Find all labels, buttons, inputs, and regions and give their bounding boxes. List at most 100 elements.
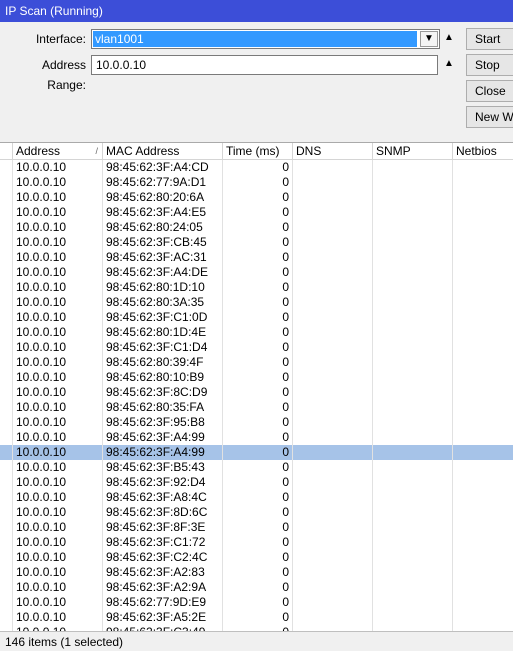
row-spacer [0, 595, 13, 610]
table-row[interactable]: 10.0.0.10 98:45:62:3F:A4:99 0 [0, 430, 513, 445]
column-header-netbios[interactable]: Netbios [453, 143, 513, 160]
dropdown-arrow-icon[interactable]: ▼ [420, 31, 438, 47]
table-row[interactable]: 10.0.0.10 98:45:62:3F:AC:31 0 [0, 250, 513, 265]
cell-snmp [373, 490, 453, 505]
table-row[interactable]: 10.0.0.10 98:45:62:3F:C1:D4 0 [0, 340, 513, 355]
table-row[interactable]: 10.0.0.10 98:45:62:3F:CB:45 0 [0, 235, 513, 250]
column-header-mac[interactable]: MAC Address [103, 143, 223, 160]
cell-address: 10.0.0.10 [13, 445, 103, 460]
cell-netbios [453, 190, 513, 205]
cell-address: 10.0.0.10 [13, 220, 103, 235]
cell-mac: 98:45:62:3F:CB:45 [103, 235, 223, 250]
column-header-time[interactable]: Time (ms) [223, 143, 293, 160]
cell-mac: 98:45:62:80:1D:4E [103, 325, 223, 340]
table-row[interactable]: 10.0.0.10 98:45:62:3F:C2:4C 0 [0, 550, 513, 565]
cell-mac: 98:45:62:3F:8F:3E [103, 520, 223, 535]
column-header-address[interactable]: Address / [13, 143, 103, 160]
interface-select[interactable]: vlan1001 ▼ [91, 29, 440, 49]
window-titlebar[interactable]: IP Scan (Running) [0, 0, 513, 22]
cell-dns [293, 385, 373, 400]
interface-up-arrow-icon[interactable]: ▲ [442, 31, 456, 45]
status-text: 146 items (1 selected) [5, 635, 124, 649]
table-row[interactable]: 10.0.0.10 98:45:62:3F:8C:D9 0 [0, 385, 513, 400]
cell-dns [293, 505, 373, 520]
stop-button[interactable]: Stop [466, 54, 513, 76]
start-button[interactable]: Start [466, 28, 513, 50]
cell-time: 0 [223, 415, 293, 430]
column-header-snmp[interactable]: SNMP [373, 143, 453, 160]
close-button[interactable]: Close [466, 80, 513, 102]
cell-snmp [373, 430, 453, 445]
interface-label: Interface: [35, 32, 86, 46]
cell-netbios [453, 565, 513, 580]
address-range-up-arrow-icon[interactable]: ▲ [442, 57, 456, 71]
cell-time: 0 [223, 565, 293, 580]
table-row[interactable]: 10.0.0.10 98:45:62:80:35:FA 0 [0, 400, 513, 415]
new-window-button[interactable]: New Window [466, 106, 513, 128]
table-row[interactable]: 10.0.0.10 98:45:62:3F:A4:DE 0 [0, 265, 513, 280]
cell-mac: 98:45:62:80:1D:10 [103, 280, 223, 295]
ip-scan-window: IP Scan (Running) Interface: vlan1001 ▼ … [0, 0, 513, 651]
column-header-label: Address [16, 144, 61, 158]
row-spacer [0, 190, 13, 205]
cell-mac: 98:45:62:3F:A5:2E [103, 610, 223, 625]
table-row[interactable]: 10.0.0.10 98:45:62:3F:A4:CD 0 [0, 160, 513, 175]
table-row[interactable]: 10.0.0.10 98:45:62:80:20:6A 0 [0, 190, 513, 205]
cell-netbios [453, 220, 513, 235]
table-row[interactable]: 10.0.0.10 98:45:62:77:9D:E9 0 [0, 595, 513, 610]
table-row[interactable]: 10.0.0.10 98:45:62:3F:8D:6C 0 [0, 505, 513, 520]
cell-mac: 98:45:62:3F:95:B8 [103, 415, 223, 430]
cell-mac: 98:45:62:3F:8D:6C [103, 505, 223, 520]
table-row[interactable]: 10.0.0.10 98:45:62:3F:A2:9A 0 [0, 580, 513, 595]
cell-snmp [373, 535, 453, 550]
cell-address: 10.0.0.10 [13, 160, 103, 175]
row-spacer [0, 340, 13, 355]
cell-dns [293, 445, 373, 460]
cell-dns [293, 295, 373, 310]
cell-netbios [453, 505, 513, 520]
cell-time: 0 [223, 475, 293, 490]
cell-netbios [453, 460, 513, 475]
row-spacer [0, 265, 13, 280]
table-row[interactable]: 10.0.0.10 98:45:62:3F:C1:0D 0 [0, 310, 513, 325]
cell-address: 10.0.0.10 [13, 265, 103, 280]
table-row[interactable]: 10.0.0.10 98:45:62:80:24:05 0 [0, 220, 513, 235]
row-spacer [0, 415, 13, 430]
cell-snmp [373, 190, 453, 205]
table-row[interactable]: 10.0.0.10 98:45:62:80:10:B9 0 [0, 370, 513, 385]
address-range-input[interactable] [91, 55, 438, 75]
table-row[interactable]: 10.0.0.10 98:45:62:77:9A:D1 0 [0, 175, 513, 190]
table-row[interactable]: 10.0.0.10 98:45:62:80:39:4F 0 [0, 355, 513, 370]
table-row[interactable]: 10.0.0.10 98:45:62:3F:A2:83 0 [0, 565, 513, 580]
status-bar: 146 items (1 selected) [0, 631, 513, 651]
table-row[interactable]: 10.0.0.10 98:45:62:3F:A4:99 0 [0, 445, 513, 460]
table-row[interactable]: 10.0.0.10 98:45:62:80:1D:10 0 [0, 280, 513, 295]
cell-netbios [453, 415, 513, 430]
table-row[interactable]: 10.0.0.10 98:45:62:3F:95:B8 0 [0, 415, 513, 430]
cell-address: 10.0.0.10 [13, 595, 103, 610]
cell-snmp [373, 355, 453, 370]
cell-mac: 98:45:62:3F:A2:9A [103, 580, 223, 595]
cell-address: 10.0.0.10 [13, 610, 103, 625]
cell-address: 10.0.0.10 [13, 565, 103, 580]
cell-dns [293, 550, 373, 565]
row-spacer [0, 235, 13, 250]
table-row[interactable]: 10.0.0.10 98:45:62:3F:C1:72 0 [0, 535, 513, 550]
table-row[interactable]: 10.0.0.10 98:45:62:3F:8F:3E 0 [0, 520, 513, 535]
address-range-label: Address Range: [41, 58, 86, 92]
table-row[interactable]: 10.0.0.10 98:45:62:3F:92:D4 0 [0, 475, 513, 490]
cell-time: 0 [223, 535, 293, 550]
row-spacer [0, 610, 13, 625]
row-spacer [0, 160, 13, 175]
column-header-dns[interactable]: DNS [293, 143, 373, 160]
table-row[interactable]: 10.0.0.10 98:45:62:80:1D:4E 0 [0, 325, 513, 340]
cell-dns [293, 325, 373, 340]
table-row[interactable]: 10.0.0.10 98:45:62:3F:A4:E5 0 [0, 205, 513, 220]
table-row[interactable]: 10.0.0.10 98:45:62:3F:B5:43 0 [0, 460, 513, 475]
cell-dns [293, 460, 373, 475]
table-row[interactable]: 10.0.0.10 98:45:62:80:3A:35 0 [0, 295, 513, 310]
cell-snmp [373, 445, 453, 460]
table-row[interactable]: 10.0.0.10 98:45:62:3F:A5:2E 0 [0, 610, 513, 625]
cell-address: 10.0.0.10 [13, 235, 103, 250]
table-row[interactable]: 10.0.0.10 98:45:62:3F:A8:4C 0 [0, 490, 513, 505]
